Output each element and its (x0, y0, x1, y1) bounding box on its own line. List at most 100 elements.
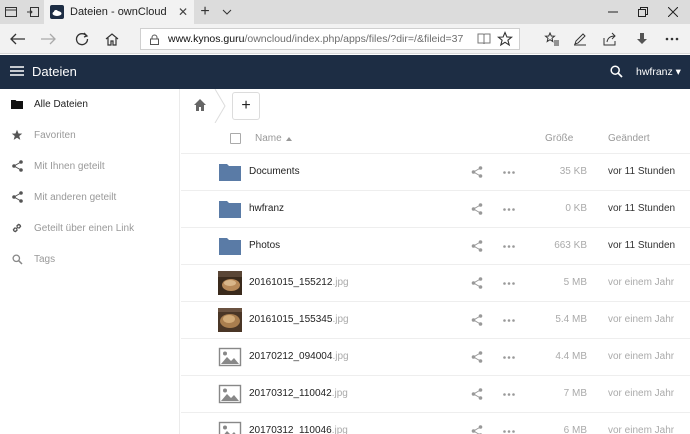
user-name: hwfranz (636, 66, 673, 78)
browser-tab-active[interactable]: Dateien - ownCloud ✕ (44, 0, 194, 24)
more-actions-icon[interactable] (502, 425, 516, 434)
breadcrumb-home-icon[interactable] (193, 98, 207, 112)
user-menu[interactable]: hwfranz ▾ (636, 66, 681, 78)
more-actions-icon[interactable] (502, 166, 516, 178)
file-extension: .jpg (332, 351, 349, 362)
tab-list-chevron-icon[interactable] (218, 0, 236, 24)
file-name[interactable]: hwfranz (249, 203, 284, 214)
restore-icon[interactable] (628, 0, 658, 24)
column-name-header[interactable]: Name (255, 133, 282, 144)
hamburger-menu-icon[interactable] (10, 65, 24, 77)
tab-close-icon[interactable]: ✕ (178, 5, 188, 19)
window-close-icon[interactable] (658, 0, 688, 24)
sort-ascending-icon (286, 137, 292, 141)
more-actions-icon[interactable] (502, 388, 516, 400)
share-icon[interactable] (471, 351, 483, 363)
favorites-hub-icon[interactable] (540, 28, 564, 50)
file-modified: vor einem Jahr (608, 351, 675, 362)
file-name[interactable]: 20170312_110042.jpg (249, 388, 348, 399)
file-name[interactable]: 20170212_094004.jpg (249, 351, 349, 362)
home-icon[interactable] (100, 28, 124, 50)
star-icon (10, 128, 24, 142)
file-size: 5.4 MB (555, 314, 587, 325)
more-actions-icon[interactable] (502, 351, 516, 363)
share-icon[interactable] (471, 388, 483, 400)
app-title[interactable]: Dateien (32, 64, 77, 79)
table-row[interactable]: 20161015_155345.jpg 5.4 MB vor einem Jah… (181, 302, 690, 339)
more-actions-icon[interactable] (502, 277, 516, 289)
share-icon[interactable] (471, 166, 483, 178)
table-row[interactable]: 20161015_155212.jpg 5 MB vor einem Jahr (181, 265, 690, 302)
file-list-area: + Name Größe Geändert Documents 35 KB vo… (181, 89, 690, 434)
sidebar-item-label: Mit Ihnen geteilt (34, 160, 105, 172)
file-size: 6 MB (563, 425, 587, 434)
more-actions-icon[interactable] (502, 240, 516, 252)
file-modified: vor einem Jahr (608, 314, 675, 325)
sidebar-item-all-files[interactable]: Alle Dateien (0, 89, 180, 119)
table-row[interactable]: 20170312_110042.jpg 7 MB vor einem Jahr (181, 376, 690, 413)
image-file-icon (218, 421, 242, 434)
file-name[interactable]: 20170312_110046.jpg (249, 425, 348, 434)
forward-icon[interactable] (36, 28, 60, 50)
set-tabs-aside-icon[interactable] (22, 0, 44, 24)
share-icon[interactable] (471, 240, 483, 252)
file-modified: vor einem Jahr (608, 388, 675, 399)
sidebar-item-label: Tags (34, 253, 56, 265)
more-options-icon[interactable] (660, 28, 684, 50)
refresh-icon[interactable] (70, 28, 94, 50)
file-modified: vor einem Jahr (608, 277, 675, 288)
file-size: 35 KB (559, 166, 587, 177)
download-icon[interactable] (630, 28, 654, 50)
address-bar[interactable]: www.kynos.guru/owncloud/index.php/apps/f… (140, 28, 520, 50)
sidebar-item-label: Geteilt über einen Link (34, 222, 135, 234)
reading-view-icon[interactable] (477, 32, 491, 46)
table-row[interactable]: 20170212_094004.jpg 4.4 MB vor einem Jah… (181, 339, 690, 376)
favorite-star-icon[interactable] (497, 31, 513, 47)
file-name[interactable]: Documents (249, 166, 300, 177)
column-size-header[interactable]: Größe (545, 133, 573, 144)
search-icon[interactable] (610, 65, 623, 78)
sidebar-item-favorites[interactable]: Favoriten (0, 120, 180, 150)
pen-note-icon[interactable] (568, 28, 592, 50)
owncloud-favicon (50, 5, 64, 19)
sidebar-item-shared-with-others[interactable]: Mit anderen geteilt (0, 182, 180, 212)
sidebar-item-shared-by-link[interactable]: Geteilt über einen Link (0, 213, 180, 243)
file-name[interactable]: 20161015_155212.jpg (249, 277, 349, 288)
sidebar-item-shared-with-you[interactable]: Mit Ihnen geteilt (0, 151, 180, 181)
controls-bar: + (181, 89, 690, 123)
table-row[interactable]: Documents 35 KB vor 11 Stunden (181, 154, 690, 191)
share-browser-icon[interactable] (598, 28, 622, 50)
photo-thumbnail (218, 271, 242, 295)
link-icon (10, 221, 24, 235)
table-row[interactable]: hwfranz 0 KB vor 11 Stunden (181, 191, 690, 228)
new-tab-button[interactable]: + (196, 0, 214, 24)
minimize-icon[interactable] (598, 0, 628, 24)
file-size: 5 MB (563, 277, 587, 288)
column-modified-header[interactable]: Geändert (608, 133, 650, 144)
share-icon (10, 190, 24, 204)
more-actions-icon[interactable] (502, 203, 516, 215)
new-file-button[interactable]: + (232, 92, 260, 120)
url-host: www.kynos.guru (168, 33, 245, 45)
sidebar-item-label: Favoriten (34, 129, 76, 141)
share-icon[interactable] (471, 277, 483, 289)
select-all-checkbox[interactable] (230, 133, 241, 144)
photo-thumbnail (218, 308, 242, 332)
file-modified: vor 11 Stunden (608, 166, 676, 177)
sidebar-item-tags[interactable]: Tags (0, 244, 180, 274)
file-basename: 20170312_110046 (249, 425, 332, 434)
share-icon[interactable] (471, 425, 483, 434)
share-icon[interactable] (471, 314, 483, 326)
back-icon[interactable] (6, 28, 30, 50)
more-actions-icon[interactable] (502, 314, 516, 326)
file-name[interactable]: 20161015_155345.jpg (249, 314, 349, 325)
share-icon (10, 159, 24, 173)
lock-icon (150, 34, 159, 45)
tab-preview-icon[interactable] (0, 0, 22, 24)
file-name[interactable]: Photos (249, 240, 280, 251)
sidebar-item-label: Mit anderen geteilt (34, 191, 117, 203)
file-extension: .jpg (331, 425, 348, 434)
table-row[interactable]: Photos 663 KB vor 11 Stunden (181, 228, 690, 265)
table-row[interactable]: 20170312_110046.jpg 6 MB vor einem Jahr (181, 413, 690, 434)
share-icon[interactable] (471, 203, 483, 215)
